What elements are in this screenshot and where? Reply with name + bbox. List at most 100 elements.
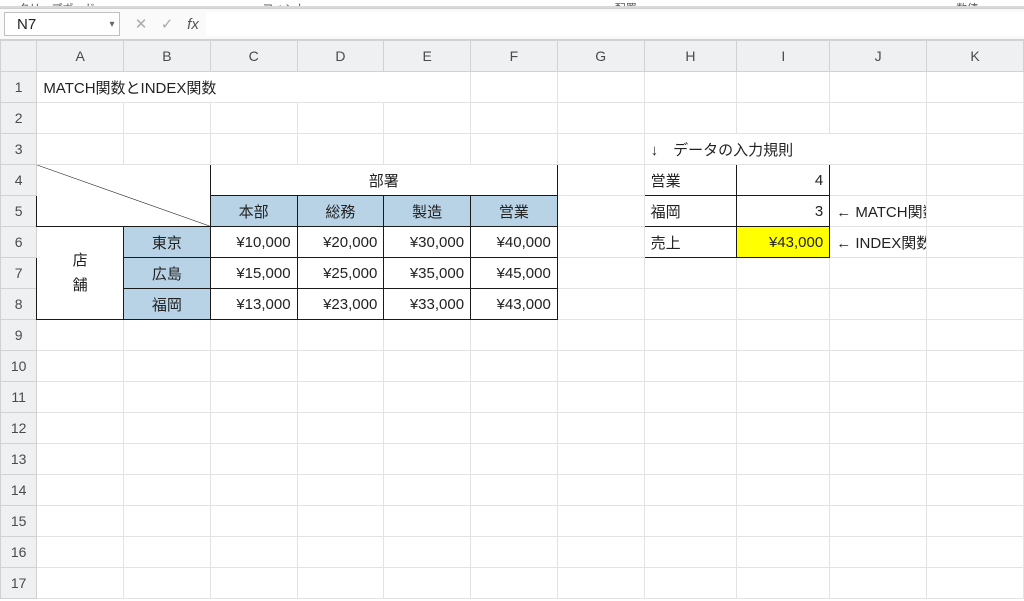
col-header[interactable]: E xyxy=(384,41,471,72)
col-header[interactable]: I xyxy=(737,41,830,72)
store-row: 広島 xyxy=(124,258,210,288)
ribbon-group: クリップボード xyxy=(0,0,114,6)
ribbon-group: 配置 xyxy=(569,0,683,6)
cell[interactable]: ¥45,000 xyxy=(471,258,558,289)
row-header[interactable]: 15 xyxy=(1,506,37,537)
row-header[interactable]: 4 xyxy=(1,165,37,196)
lookup-val: 4 xyxy=(737,165,829,195)
price: ¥45,000 xyxy=(471,258,557,288)
row-header[interactable]: 12 xyxy=(1,413,37,444)
cell[interactable]: 営業 xyxy=(471,196,558,227)
cell[interactable]: ¥43,000 xyxy=(737,227,830,258)
cell[interactable]: ¥43,000 xyxy=(471,289,558,320)
dept-col: 営業 xyxy=(471,196,557,226)
cell[interactable]: ¥40,000 xyxy=(471,227,558,258)
price: ¥23,000 xyxy=(298,289,384,319)
cell[interactable]: ¥35,000 xyxy=(384,258,471,289)
row-header[interactable]: 14 xyxy=(1,475,37,506)
row-header[interactable]: 7 xyxy=(1,258,37,289)
row-header[interactable]: 2 xyxy=(1,103,37,134)
note-text: ← MATCH関数 xyxy=(830,196,926,226)
cell[interactable]: 福岡 xyxy=(644,196,737,227)
ribbon-group: 数値 xyxy=(910,0,1024,6)
row-header[interactable]: 8 xyxy=(1,289,37,320)
lookup-key: 営業 xyxy=(645,165,737,195)
bushou-header: 部署 xyxy=(211,165,557,195)
store-row: 福岡 xyxy=(124,289,210,319)
cell[interactable]: 4 xyxy=(737,165,830,196)
spreadsheet-grid[interactable]: A B C D E F G H I J K 1 MATCH関数とINDEX関数 … xyxy=(0,40,1024,599)
cell[interactable]: ¥15,000 xyxy=(210,258,297,289)
row-header[interactable]: 16 xyxy=(1,537,37,568)
cell[interactable]: 福岡 xyxy=(124,289,211,320)
note-text: ← INDEX関数 xyxy=(830,227,926,257)
cell[interactable]: 部署 xyxy=(210,165,557,196)
row-header[interactable]: 17 xyxy=(1,568,37,599)
cell[interactable]: ← MATCH関数 xyxy=(830,196,927,227)
col-header[interactable]: H xyxy=(644,41,737,72)
row-header[interactable]: 10 xyxy=(1,351,37,382)
col-header[interactable]: C xyxy=(210,41,297,72)
col-header[interactable]: F xyxy=(471,41,558,72)
row-header[interactable]: 13 xyxy=(1,444,37,475)
cell[interactable]: 営業 xyxy=(644,165,737,196)
col-header[interactable]: J xyxy=(830,41,927,72)
dept-col: 総務 xyxy=(298,196,384,226)
price: ¥13,000 xyxy=(211,289,297,319)
cell[interactable]: 店 舗 xyxy=(37,227,124,320)
row-header[interactable]: 3 xyxy=(1,134,37,165)
diagonal-cell[interactable] xyxy=(37,165,211,227)
price: ¥33,000 xyxy=(384,289,470,319)
col-header[interactable]: K xyxy=(927,41,1024,72)
lookup-val: ¥43,000 xyxy=(737,227,829,257)
lookup-key: 売上 xyxy=(645,227,737,257)
row-header[interactable]: 1 xyxy=(1,72,37,103)
price: ¥43,000 xyxy=(471,289,557,319)
cell[interactable]: 3 xyxy=(737,196,830,227)
price: ¥35,000 xyxy=(384,258,470,288)
cell[interactable]: ← INDEX関数 xyxy=(830,227,927,258)
ribbon-group: フォント xyxy=(228,0,342,6)
dept-col: 製造 xyxy=(384,196,470,226)
cell[interactable]: ¥30,000 xyxy=(384,227,471,258)
tenpo-label: 店 舗 xyxy=(37,227,123,319)
cell[interactable]: 総務 xyxy=(297,196,384,227)
row-header[interactable]: 6 xyxy=(1,227,37,258)
cell[interactable]: 製造 xyxy=(384,196,471,227)
cell[interactable]: 本部 xyxy=(210,196,297,227)
cell[interactable]: ¥13,000 xyxy=(210,289,297,320)
row-header[interactable]: 5 xyxy=(1,196,37,227)
cell[interactable]: ¥33,000 xyxy=(384,289,471,320)
row-header[interactable]: 9 xyxy=(1,320,37,351)
formula-input[interactable] xyxy=(206,12,1024,36)
row-header[interactable]: 11 xyxy=(1,382,37,413)
cell[interactable]: ¥10,000 xyxy=(210,227,297,258)
price: ¥30,000 xyxy=(384,227,470,257)
lookup-val: 3 xyxy=(737,196,829,226)
cell[interactable]: ↓ データの入力規則 xyxy=(644,134,926,165)
lookup-key: 福岡 xyxy=(645,196,737,226)
diagonal-line-icon xyxy=(37,165,210,226)
name-box[interactable]: N7 ▾ xyxy=(4,12,120,36)
select-all-corner[interactable] xyxy=(1,41,37,72)
col-header[interactable]: B xyxy=(124,41,211,72)
price: ¥10,000 xyxy=(211,227,297,257)
cell[interactable]: ¥25,000 xyxy=(297,258,384,289)
col-header[interactable]: A xyxy=(37,41,124,72)
dept-col: 本部 xyxy=(211,196,297,226)
cell[interactable]: 売上 xyxy=(644,227,737,258)
price: ¥15,000 xyxy=(211,258,297,288)
cell[interactable]: 広島 xyxy=(124,258,211,289)
formula-bar: N7 ▾ ✕ ✓ fx xyxy=(0,8,1024,40)
fx-icon[interactable]: fx xyxy=(180,12,206,36)
cell[interactable]: MATCH関数とINDEX関数 xyxy=(37,72,471,103)
cell[interactable]: ¥20,000 xyxy=(297,227,384,258)
col-header[interactable]: G xyxy=(557,41,644,72)
cell[interactable]: ¥23,000 xyxy=(297,289,384,320)
lookup-hint: ↓ データの入力規則 xyxy=(645,134,926,164)
enter-icon: ✓ xyxy=(154,12,180,36)
cancel-icon: ✕ xyxy=(128,12,154,36)
cell[interactable]: 東京 xyxy=(124,227,211,258)
col-header[interactable]: D xyxy=(297,41,384,72)
chevron-down-icon[interactable]: ▾ xyxy=(107,19,117,30)
